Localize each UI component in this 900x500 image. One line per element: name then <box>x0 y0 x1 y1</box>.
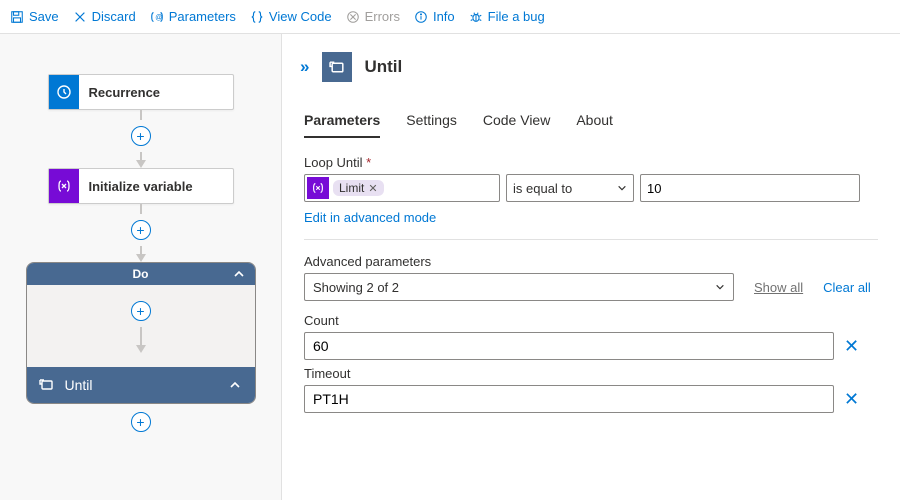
add-step-button[interactable]: + <box>131 126 151 146</box>
add-step-button[interactable]: + <box>131 301 151 321</box>
chevron-up-icon <box>229 379 241 391</box>
tab-about[interactable]: About <box>576 104 613 138</box>
add-step-button[interactable]: + <box>131 220 151 240</box>
recurrence-label: Recurrence <box>79 85 161 100</box>
variable-icon <box>49 169 79 203</box>
designer-canvas: Recurrence + Initialize variable + Do + <box>0 34 282 500</box>
loop-until-label: Loop Until * <box>304 155 878 170</box>
add-step-button[interactable]: + <box>131 412 151 432</box>
chevron-down-icon <box>715 282 725 292</box>
discard-label: Discard <box>92 9 136 24</box>
toolbar: Save Discard @ Parameters View Code Erro… <box>0 0 900 34</box>
tab-settings[interactable]: Settings <box>406 104 457 138</box>
chevron-up-icon <box>233 268 245 280</box>
arrow-down-icon <box>136 345 146 353</box>
arrow-down-icon <box>136 160 146 168</box>
operator-select[interactable]: is equal to <box>506 174 634 202</box>
remove-chip-icon[interactable]: ✕ <box>368 182 377 195</box>
parameters-button[interactable]: @ Parameters <box>150 9 236 24</box>
parameters-label: Parameters <box>169 9 236 24</box>
save-icon <box>10 10 24 24</box>
save-button[interactable]: Save <box>10 9 59 24</box>
show-all-link[interactable]: Show all <box>754 280 803 295</box>
loop-until-value-input[interactable] <box>640 174 860 202</box>
clock-icon <box>49 75 79 109</box>
until-footer[interactable]: Until <box>27 367 255 403</box>
error-icon <box>346 10 360 24</box>
advanced-params-select[interactable]: Showing 2 of 2 <box>304 273 734 301</box>
arrow-down-icon <box>136 254 146 262</box>
panel-tabs: Parameters Settings Code View About <box>282 104 900 139</box>
recurrence-node[interactable]: Recurrence <box>48 74 234 110</box>
until-label: Until <box>65 377 93 393</box>
panel-title: Until <box>364 57 402 77</box>
info-icon <box>414 10 428 24</box>
collapse-panel-button[interactable]: » <box>300 57 306 77</box>
do-label: Do <box>133 267 149 281</box>
errors-label: Errors <box>365 9 400 24</box>
clear-count-button[interactable]: ✕ <box>844 337 859 355</box>
do-header[interactable]: Do <box>27 263 255 285</box>
edit-advanced-link[interactable]: Edit in advanced mode <box>304 202 436 239</box>
errors-button: Errors <box>346 9 400 24</box>
operator-value: is equal to <box>513 181 572 196</box>
count-input[interactable] <box>304 332 834 360</box>
details-panel: » Until Parameters Settings Code View Ab… <box>282 34 900 500</box>
braces-icon <box>250 10 264 24</box>
discard-button[interactable]: Discard <box>73 9 136 24</box>
chevron-down-icon <box>617 183 627 193</box>
count-label: Count <box>304 313 878 328</box>
info-label: Info <box>433 9 455 24</box>
advanced-params-value: Showing 2 of 2 <box>313 280 399 295</box>
timeout-label: Timeout <box>304 366 878 381</box>
view-code-label: View Code <box>269 9 332 24</box>
close-icon <box>73 10 87 24</box>
file-bug-label: File a bug <box>488 9 545 24</box>
advanced-params-label: Advanced parameters <box>304 254 878 269</box>
file-bug-button[interactable]: File a bug <box>469 9 545 24</box>
until-badge-icon <box>322 52 352 82</box>
info-button[interactable]: Info <box>414 9 455 24</box>
loop-icon <box>39 377 55 393</box>
bug-icon <box>469 10 483 24</box>
timeout-input[interactable] <box>304 385 834 413</box>
loop-until-left-input[interactable]: Limit✕ <box>304 174 500 202</box>
parameters-icon: @ <box>150 10 164 24</box>
limit-chip[interactable]: Limit✕ <box>333 180 384 196</box>
until-scope[interactable]: Do + Until <box>26 262 256 404</box>
tab-parameters[interactable]: Parameters <box>304 104 380 138</box>
tab-code-view[interactable]: Code View <box>483 104 550 138</box>
clear-timeout-button[interactable]: ✕ <box>844 390 859 408</box>
initialize-variable-node[interactable]: Initialize variable <box>48 168 234 204</box>
init-var-label: Initialize variable <box>79 179 193 194</box>
variable-icon <box>307 177 329 199</box>
clear-all-link[interactable]: Clear all <box>823 280 871 295</box>
save-label: Save <box>29 9 59 24</box>
view-code-button[interactable]: View Code <box>250 9 332 24</box>
